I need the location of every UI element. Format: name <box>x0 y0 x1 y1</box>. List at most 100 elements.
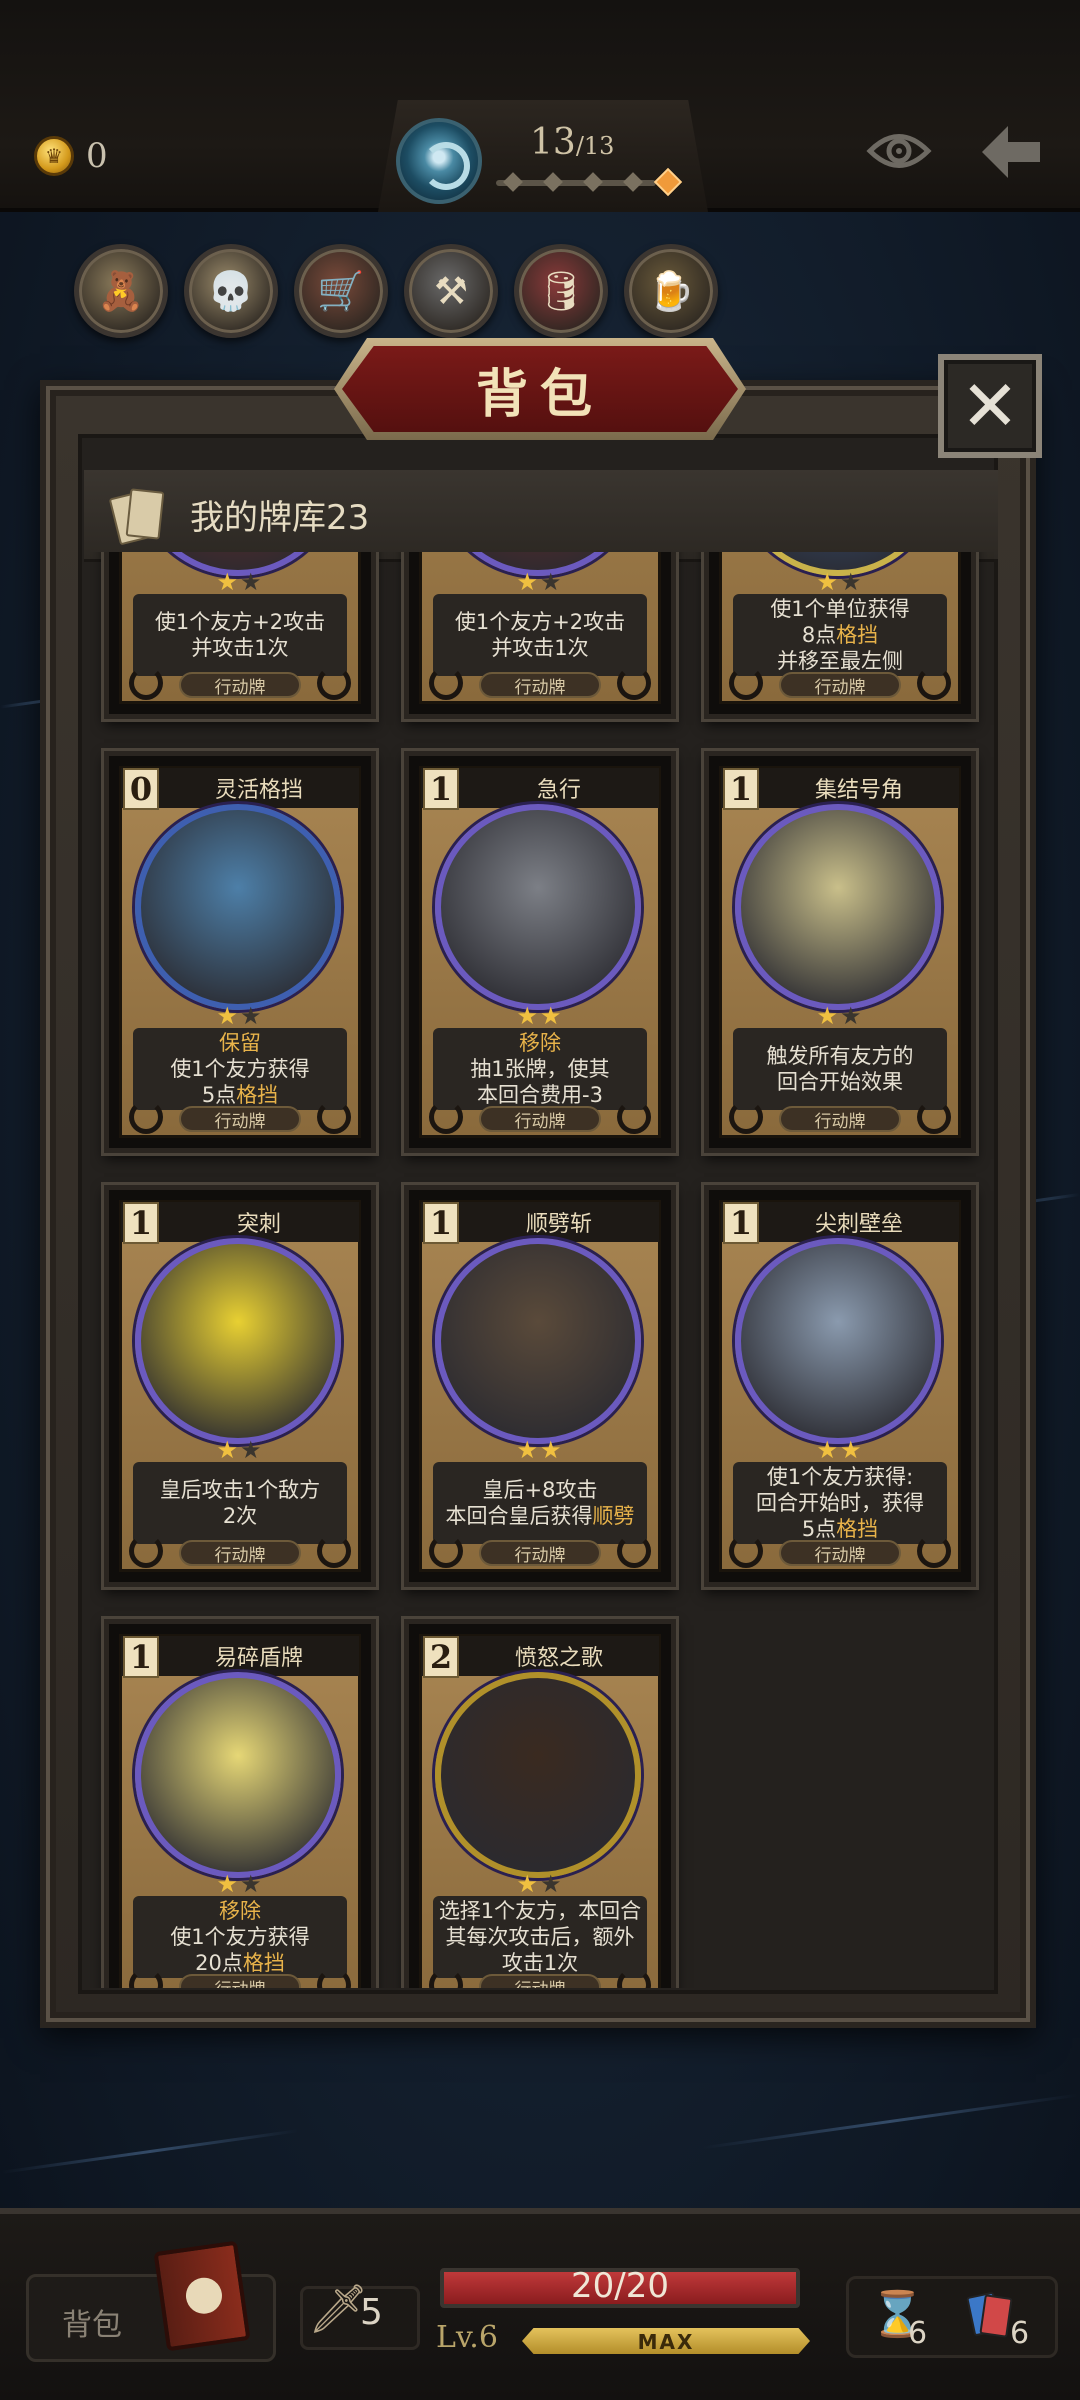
card-type-label: 行动牌 <box>479 1974 601 1988</box>
hp-value: 20/20 <box>571 2266 669 2306</box>
card-description: 移除 抽1张牌，使其 本回合费用-3 <box>433 1028 647 1110</box>
star-icon: ★ <box>516 1870 540 1898</box>
card[interactable]: 1 易碎盾牌 ★★移除使1个友方获得20点格挡行动牌 <box>104 1619 376 1988</box>
close-icon: ✕ <box>960 365 1020 447</box>
deck-title: 我的牌库23 <box>190 498 370 538</box>
card[interactable]: 2 愤怒之歌 ★★选择1个友方，本回合其每次攻击后，额外攻击1次行动牌 <box>404 1619 676 1988</box>
card-description-line: 并攻击1次 <box>191 636 289 660</box>
deck-icon <box>108 486 168 545</box>
card-stars: ★★ <box>109 1436 371 1464</box>
relic-barrels[interactable]: 🛢 <box>514 244 608 338</box>
card-description-line: 本回合费用-3 <box>477 1083 603 1107</box>
card-description-line: 本回合皇后获得顺劈 <box>445 1504 635 1528</box>
card-grid: ★★ 使1个友方+2攻击 并攻击1次 行动牌 ★★ 使1个友方+2攻击 并攻击1次 行动牌 ★★… <box>104 552 976 1988</box>
card-type-label: 行动牌 <box>179 1974 301 1988</box>
card-ornament <box>129 666 163 700</box>
card[interactable]: ★★ 使1个友方+2攻击 并攻击1次 行动牌 <box>104 552 376 719</box>
star-icon: ★ <box>216 568 240 596</box>
star-icon: ★ <box>840 1002 864 1030</box>
card-name: 易碎盾牌 <box>214 1646 303 1671</box>
card-description-line: 抽1张牌，使其 <box>470 1057 610 1081</box>
card-list[interactable]: ★★ 使1个友方+2攻击 并攻击1次 行动牌 ★★ 使1个友方+2攻击 并攻击1次 行动牌 ★★… <box>90 552 994 1988</box>
card-description-line: 使1个友方获得 <box>170 1057 310 1081</box>
portal-icon[interactable] <box>396 118 482 204</box>
card-ornament <box>729 1100 763 1134</box>
star-icon: ★ <box>816 568 840 596</box>
card-stars: ★★ <box>709 1436 971 1464</box>
card-description: 保留 使1个友方获得 5点格挡 <box>133 1028 347 1110</box>
card-ornament <box>317 1100 351 1134</box>
card-ornament <box>917 1100 951 1134</box>
relic-scarecrow[interactable]: 🧸 <box>74 244 168 338</box>
card-art <box>435 804 641 1010</box>
card[interactable]: 1 顺劈斩 ★★ 皇后+8攻击 本回合皇后获得顺劈 行动牌 <box>404 1185 676 1587</box>
card-keyword: 移除 <box>219 1899 261 1923</box>
star-icon: ★ <box>516 568 540 596</box>
card-ornament <box>917 666 951 700</box>
card-type-label: 行动牌 <box>779 1540 901 1566</box>
card-stars: ★★ <box>109 1870 371 1898</box>
card-ornament <box>729 666 763 700</box>
card-art <box>735 1238 941 1444</box>
card[interactable]: ★★ 使1个单位获得 8点格挡 并移至最左侧 行动牌 <box>704 552 976 719</box>
card[interactable]: 1 集结号角 ★★ 触发所有友方的 回合开始效果 行动牌 <box>704 751 976 1153</box>
relic-anvil[interactable]: ⚒ <box>404 244 498 338</box>
book-icon[interactable] <box>153 2240 251 2352</box>
card-art <box>435 1238 641 1444</box>
star-icon: ★ <box>516 1002 540 1030</box>
card-ornament <box>129 1100 163 1134</box>
card-art <box>735 804 941 1010</box>
relic-cauldron[interactable]: 🍺 <box>624 244 718 338</box>
close-button[interactable]: ✕ <box>938 354 1042 458</box>
gold-value: 0 <box>86 136 108 176</box>
card-description-line: 其每次攻击后，额外 <box>445 1925 635 1949</box>
card-description-line: 并攻击1次 <box>491 636 589 660</box>
card-description: 使1个友方获得: 回合开始时，获得 5点格挡 <box>733 1462 947 1544</box>
card-description: 移除 使1个友方获得 20点格挡 <box>133 1896 347 1978</box>
card-description: 选择1个友方，本回合 其每次攻击后，额外 攻击1次 <box>433 1896 647 1978</box>
bag-tab-label: 背包 <box>62 2308 122 2343</box>
card-ornament <box>317 666 351 700</box>
card-type-label: 行动牌 <box>479 672 601 698</box>
card-description-line: 20点格挡 <box>195 1951 285 1975</box>
star-icon: ★ <box>540 1436 564 1464</box>
relic-skeleton[interactable]: 💀 <box>184 244 278 338</box>
card[interactable]: ★★ 使1个友方+2攻击 并攻击1次 行动牌 <box>404 552 676 719</box>
level-label: Lv.6 <box>436 2320 498 2355</box>
star-icon: ★ <box>240 1436 264 1464</box>
card-stars: ★★ <box>109 568 371 596</box>
card-description-line: 回合开始时，获得 <box>756 1491 924 1515</box>
card-name: 急行 <box>536 778 581 803</box>
card-description: 皇后攻击1个敌方 2次 <box>133 1462 347 1544</box>
card[interactable]: 0 灵活格挡 ★★ 保留 使1个友方获得 5点格挡 行动牌 <box>104 751 376 1153</box>
card-description-line: 使1个友方获得: <box>766 1465 914 1489</box>
star-icon: ★ <box>240 568 264 596</box>
back-button[interactable] <box>978 122 1044 182</box>
card-ornament <box>617 1534 651 1568</box>
star-icon: ★ <box>516 1436 540 1464</box>
relic-bar: 🧸 💀 🛒 ⚒ 🛢 🍺 <box>74 244 718 338</box>
card[interactable]: 1 突刺 ★★ 皇后攻击1个敌方 2次 行动牌 <box>104 1185 376 1587</box>
card-description-line: 2次 <box>222 1504 258 1528</box>
eye-button[interactable] <box>866 128 932 174</box>
card-description-line: 触发所有友方的 <box>766 1044 914 1068</box>
card-name: 顺劈斩 <box>525 1212 592 1237</box>
card-ornament <box>129 1534 163 1568</box>
card-stars: ★★ <box>409 1436 671 1464</box>
card-cost: 1 <box>423 768 459 810</box>
star-icon: ★ <box>216 1002 240 1030</box>
draw-pile-count: 6 <box>908 2316 928 2351</box>
card-cost: 1 <box>423 1202 459 1244</box>
card-ornament <box>429 1100 463 1134</box>
card[interactable]: 1 尖刺壁垒 ★★ 使1个友方获得: 回合开始时，获得 5点格挡 行动牌 <box>704 1185 976 1587</box>
relic-wagon[interactable]: 🛒 <box>294 244 388 338</box>
stage-current: 13 <box>530 122 576 163</box>
card-description-line: 5点格挡 <box>201 1083 279 1107</box>
card-cost: 0 <box>123 768 159 810</box>
card[interactable]: 1 急行 ★★ 移除 抽1张牌，使其 本回合费用-3 行动牌 <box>404 751 676 1153</box>
gold-counter: ♛ 0 <box>34 136 108 176</box>
card-description: 使1个友方+2攻击 并攻击1次 <box>433 594 647 676</box>
card-description: 触发所有友方的 回合开始效果 <box>733 1028 947 1110</box>
card-type-label: 行动牌 <box>179 1540 301 1566</box>
card-ornament <box>917 1534 951 1568</box>
